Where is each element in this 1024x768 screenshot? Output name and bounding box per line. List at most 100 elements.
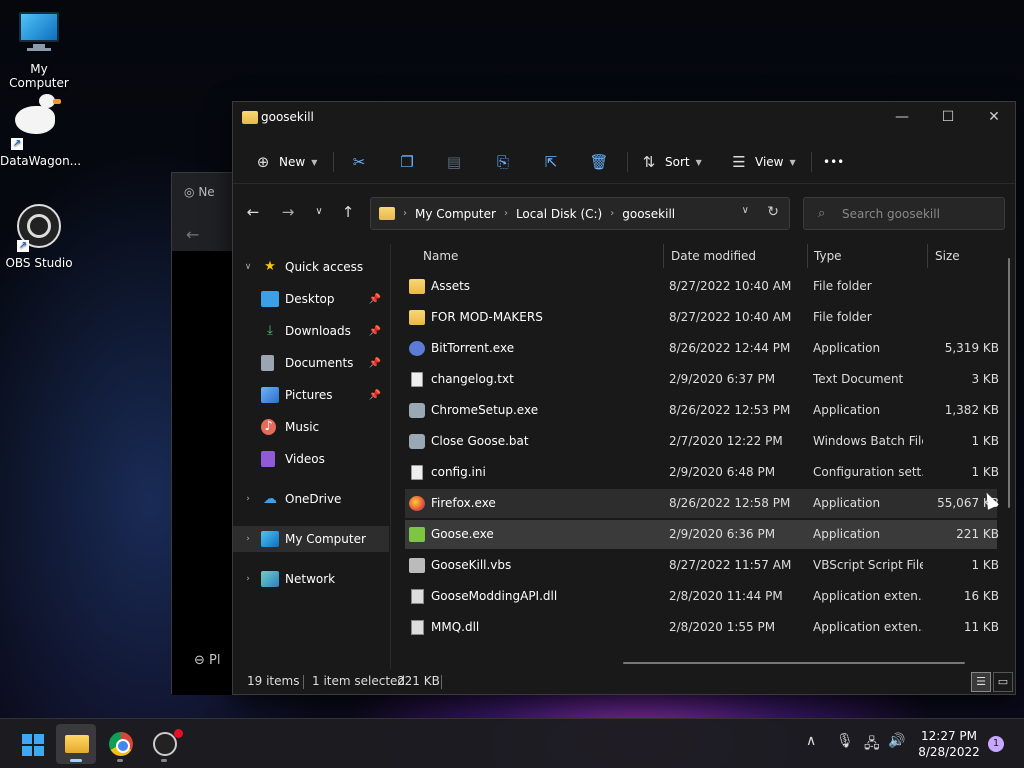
sidebar-item-quick-access[interactable]: ∨ ★ Quick access (233, 254, 389, 280)
search-input[interactable] (842, 204, 992, 224)
column-header-size[interactable]: Size (935, 244, 960, 268)
file-explorer-window[interactable]: goosekill — ☐ ✕ ⊕ New ▼ ✂ ❐ ▤ ⎘ ⇱ 🗑 ⇅ So… (232, 101, 1016, 695)
taskbar-chrome[interactable] (100, 724, 140, 764)
file-row-goosekill-vbs[interactable]: GooseKill.vbs 8/27/2022 11:57 AM VBScrip… (405, 551, 999, 580)
taskbar-obs-studio[interactable] (144, 724, 184, 764)
sidebar-item-videos[interactable]: Videos (233, 446, 389, 472)
file-row-firefox[interactable]: Firefox.exe 8/26/2022 12:58 PM Applicati… (405, 489, 999, 518)
ellipsis-icon: ••• (823, 155, 845, 169)
sidebar-item-music[interactable]: ♪ Music (233, 414, 389, 440)
pin-icon[interactable]: 📌 (369, 326, 381, 337)
sidebar-item-my-computer[interactable]: › My Computer (233, 526, 389, 552)
breadcrumb-goosekill[interactable]: goosekill (622, 207, 675, 221)
view-button[interactable]: ☰ View ▼ (727, 148, 795, 176)
video-icon (261, 451, 275, 467)
file-row-for-mod-makers[interactable]: FOR MOD-MAKERS 8/27/2022 10:40 AM File f… (405, 303, 997, 332)
search-box[interactable]: ⌕ (803, 197, 1005, 230)
breadcrumb-local-disk[interactable]: Local Disk (C:) (516, 207, 602, 221)
column-header-type[interactable]: Type (814, 244, 842, 268)
text-file-icon (411, 372, 423, 387)
recent-locations-button[interactable]: ∨ (307, 200, 331, 224)
network-status-icon[interactable]: 🖧 (864, 733, 880, 757)
taskbar-file-explorer[interactable] (56, 724, 96, 764)
column-header-date[interactable]: Date modified (671, 244, 756, 268)
vbs-file-icon (409, 558, 425, 573)
folder-icon (242, 111, 258, 124)
refresh-icon[interactable]: ↻ (767, 204, 779, 220)
new-button[interactable]: ⊕ New ▼ (251, 148, 318, 176)
chevron-down-icon: ▼ (311, 157, 318, 167)
notification-badge[interactable]: 1 (988, 736, 1004, 752)
rename-icon: ⎘ (496, 153, 509, 171)
bittorrent-icon (409, 341, 425, 356)
title-bar[interactable]: goosekill — ☐ ✕ (233, 102, 1015, 134)
file-row-bittorrent[interactable]: BitTorrent.exe 8/26/2022 12:44 PM Applic… (405, 334, 999, 363)
browser-tab[interactable]: ◎ Ne (184, 185, 215, 199)
volume-icon[interactable]: 🔊 (888, 733, 905, 749)
back-button[interactable]: ← (241, 200, 265, 224)
pin-icon[interactable]: 📌 (369, 294, 381, 305)
up-button[interactable]: ↑ (336, 200, 360, 224)
setup-icon (409, 403, 425, 418)
chevron-right-icon[interactable]: › (241, 574, 255, 584)
paste-button[interactable]: ▤ (442, 148, 466, 176)
navigation-pane: ∨ ★ Quick access Desktop 📌 ⤓ Downloads 📌… (233, 244, 391, 669)
desktop-icon-obs-studio[interactable]: ↗ OBS Studio (0, 204, 78, 270)
sidebar-item-downloads[interactable]: ⤓ Downloads 📌 (233, 318, 389, 344)
sidebar-item-desktop[interactable]: Desktop 📌 (233, 286, 389, 312)
rename-button[interactable]: ⎘ (491, 148, 515, 176)
minimize-button[interactable]: — (879, 102, 925, 132)
pin-icon[interactable]: 📌 (369, 390, 381, 401)
details-view-button[interactable]: ☰ (971, 672, 991, 692)
desktop-icon-datawagon[interactable]: ↗ DataWagon... (0, 94, 81, 168)
batch-file-icon (409, 434, 425, 449)
copy-button[interactable]: ❐ (395, 148, 419, 176)
sort-button[interactable]: ⇅ Sort ▼ (637, 148, 702, 176)
more-options-button[interactable]: ••• (823, 148, 844, 176)
address-dropdown-icon[interactable]: ∨ (742, 205, 749, 216)
sidebar-item-pictures[interactable]: Pictures 📌 (233, 382, 389, 408)
file-row-goosemoddingapi[interactable]: GooseModdingAPI.dll 2/8/2020 11:44 PM Ap… (405, 582, 999, 611)
share-button[interactable]: ⇱ (539, 148, 563, 176)
plus-circle-icon: ⊕ (256, 153, 270, 171)
horizontal-scrollbar[interactable] (623, 662, 1003, 665)
address-bar[interactable]: › My Computer › Local Disk (C:) › goosek… (370, 197, 790, 230)
background-browser-window[interactable]: ◎ Ne ← ⊖ Pl (171, 172, 242, 695)
file-row-config[interactable]: config.ini 2/9/2020 6:48 PM Configuratio… (405, 458, 999, 487)
dll-file-icon (411, 620, 424, 635)
sidebar-item-documents[interactable]: Documents 📌 (233, 350, 389, 376)
chevron-right-icon[interactable]: › (241, 494, 255, 504)
chevron-right-icon[interactable]: › (241, 534, 255, 544)
selection-count: 1 item selected (312, 674, 406, 688)
file-row-close-goose[interactable]: Close Goose.bat 2/7/2020 12:22 PM Window… (405, 427, 999, 456)
column-header-name[interactable]: Name (423, 244, 458, 268)
pin-icon[interactable]: 📌 (369, 358, 381, 369)
file-row-assets[interactable]: Assets 8/27/2022 10:40 AM File folder (405, 272, 997, 301)
file-row-chromesetup[interactable]: ChromeSetup.exe 8/26/2022 12:53 PM Appli… (405, 396, 999, 425)
delete-button[interactable]: 🗑 (587, 148, 611, 176)
file-explorer-icon (65, 735, 89, 753)
file-row-mmq[interactable]: MMQ.dll 2/8/2020 1:55 PM Application ext… (405, 613, 999, 642)
file-row-goose[interactable]: Goose.exe 2/9/2020 6:36 PM Application 2… (405, 520, 999, 549)
browser-link[interactable]: ⊖ Pl (194, 653, 221, 668)
start-button[interactable] (12, 724, 52, 764)
obs-icon (153, 732, 177, 756)
chevron-down-icon[interactable]: ∨ (241, 262, 255, 272)
sidebar-item-network[interactable]: › Network (233, 566, 389, 592)
sidebar-item-onedrive[interactable]: › ☁ OneDrive (233, 486, 389, 512)
navigation-bar: ← → ∨ ↑ › My Computer › Local Disk (C:) … (233, 192, 1015, 232)
forward-button[interactable]: → (276, 200, 300, 224)
desktop-icon-my-computer[interactable]: My Computer (0, 10, 78, 90)
close-button[interactable]: ✕ (971, 102, 1017, 132)
tiles-view-button[interactable]: ▭ (993, 672, 1013, 692)
microphone-icon[interactable]: 🎙 (836, 733, 854, 749)
file-row-changelog[interactable]: changelog.txt 2/9/2020 6:37 PM Text Docu… (405, 365, 999, 394)
vertical-scrollbar[interactable] (1008, 252, 1011, 652)
browser-back-icon[interactable]: ← (186, 225, 199, 244)
cut-button[interactable]: ✂ (347, 148, 371, 176)
maximize-button[interactable]: ☐ (925, 102, 971, 132)
system-clock[interactable]: 12:27 PM 8/28/2022 (910, 728, 988, 760)
download-icon: ⤓ (267, 323, 273, 338)
hidden-icons-chevron-icon[interactable]: ∧ (806, 733, 816, 749)
breadcrumb-my-computer[interactable]: My Computer (415, 207, 496, 221)
